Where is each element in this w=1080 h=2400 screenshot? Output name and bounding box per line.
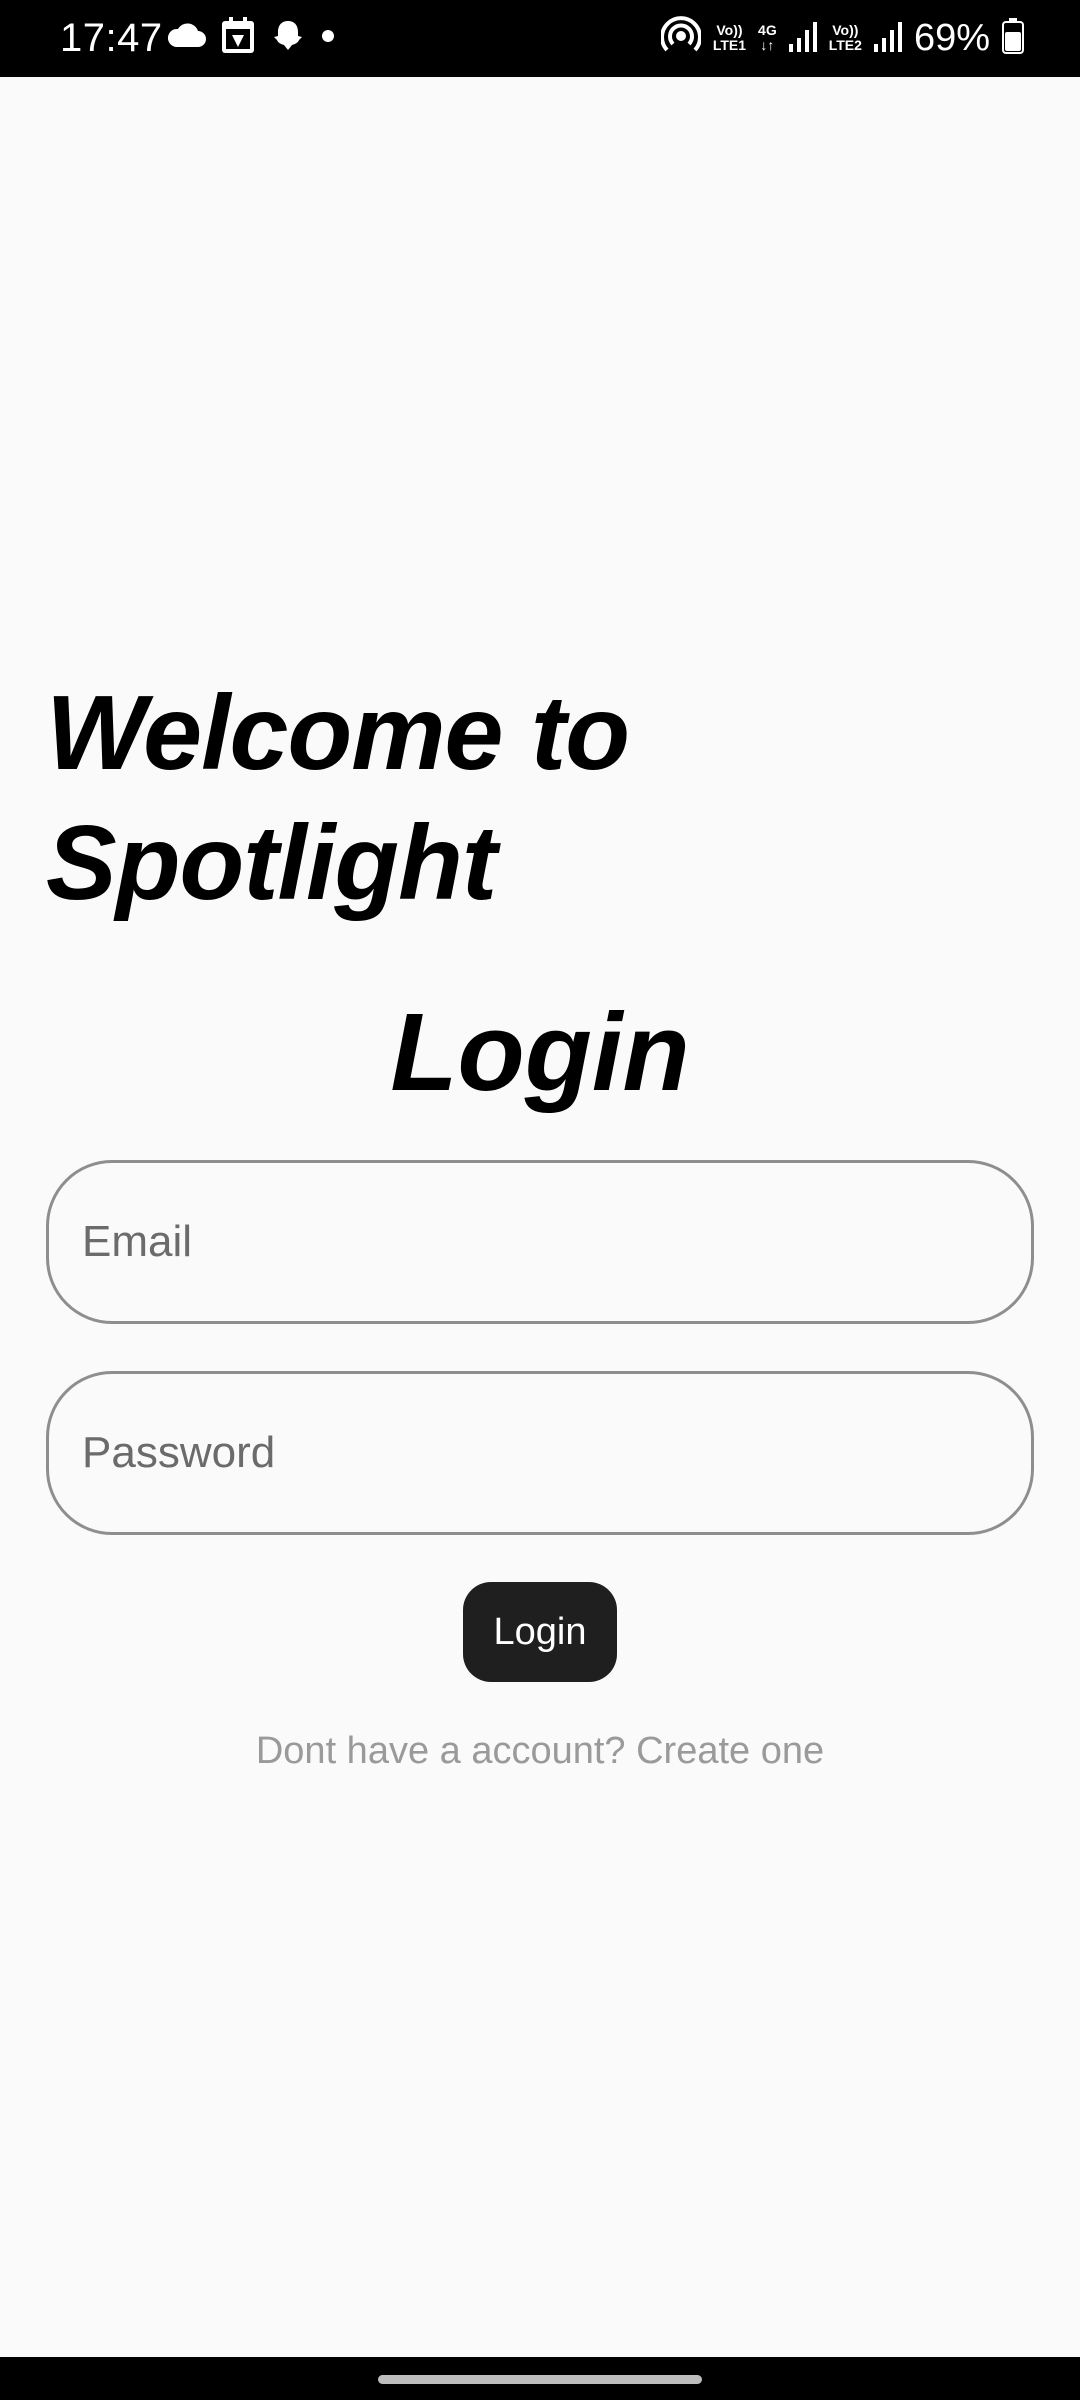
status-bar: 17:47 Vo)) LTE1 4G ↓↑ Vo)) LTE2 69% <box>0 0 1080 77</box>
login-title: Login <box>390 991 690 1114</box>
snapchat-icon <box>270 18 306 59</box>
signal-icon <box>873 20 902 57</box>
hotspot-icon <box>659 15 702 61</box>
home-gesture-handle[interactable] <box>378 2375 702 2384</box>
signal-icon <box>788 20 817 57</box>
battery-icon <box>1002 17 1024 59</box>
navigation-bar <box>0 2357 1080 2400</box>
email-field[interactable] <box>46 1160 1034 1324</box>
calendar-icon <box>220 16 256 60</box>
status-time: 17:47 <box>60 16 163 60</box>
sim1-volte: Vo)) LTE1 <box>712 22 747 53</box>
welcome-heading: Welcome to Spotlight <box>46 674 630 922</box>
login-button[interactable]: Login <box>463 1582 617 1682</box>
cloud-icon <box>166 22 206 54</box>
notification-icons <box>166 16 336 60</box>
network-type: 4G ↓↑ <box>758 22 777 53</box>
battery-percent: 69% <box>913 17 990 59</box>
dot-icon <box>320 28 336 49</box>
sim2-volte: Vo)) LTE2 <box>828 22 862 53</box>
system-status: Vo)) LTE1 4G ↓↑ Vo)) LTE2 69% <box>659 14 1024 62</box>
create-account-link[interactable]: Dont have a account? Create one <box>0 1726 1080 1776</box>
password-field[interactable] <box>46 1371 1034 1535</box>
